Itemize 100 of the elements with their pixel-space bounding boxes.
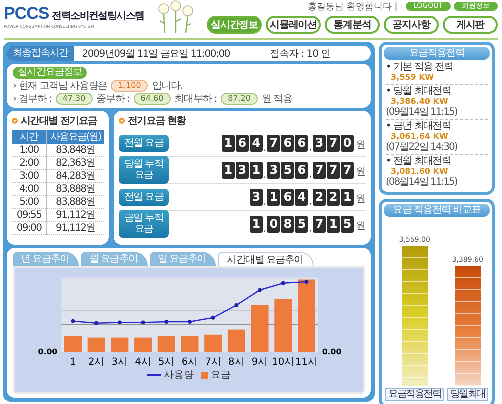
legend-label: 사용량	[164, 369, 194, 382]
x-axis-label: 2시	[88, 357, 105, 368]
counter-digit: 3	[250, 188, 263, 206]
system-name: 전력소비컨설팅시스템	[52, 10, 144, 23]
counter-digit: 1	[341, 188, 354, 206]
digit-separator: ,	[309, 224, 312, 232]
counter-digit: 1	[250, 216, 263, 232]
usage-value: 1,100	[111, 80, 148, 92]
chart-tab[interactable]: 시간대별 요금추이	[218, 252, 314, 266]
counter-digit: 5	[341, 216, 354, 232]
table-cell: 83,888원	[46, 196, 104, 208]
digit-separator: ,	[264, 198, 266, 206]
counter-digit: 7	[313, 216, 326, 232]
x-axis-label: 8시	[228, 357, 245, 368]
counter-digit: 1	[327, 216, 340, 232]
notice-badge: 실시간요금정보	[13, 67, 88, 79]
power-label: • 기본 적용 전력	[386, 62, 454, 73]
counter-digit: 7	[341, 162, 354, 178]
access-time-label: 최종접속시간	[7, 46, 74, 61]
currency-unit: 원	[356, 166, 366, 178]
counter-digit: 3	[313, 134, 326, 152]
nav-tab[interactable]: 게시판	[443, 16, 498, 34]
fee-label: 당월 누적 요금	[119, 156, 169, 184]
panel-header: 요금적용전력	[384, 47, 490, 60]
counter-digit: 7	[327, 162, 340, 178]
counter-digit: 5	[281, 162, 294, 178]
power-note: (08월14일 11:15)	[386, 177, 458, 188]
digit-separator: ,	[309, 170, 312, 178]
digit-separator: ,	[309, 198, 312, 206]
table-cell: 82,363원	[46, 156, 104, 170]
x-axis-label: 6시	[182, 357, 198, 368]
light-bulbs-drawing	[156, 0, 196, 34]
counter-digit: 6	[281, 188, 294, 206]
rate-value: 47.30	[56, 93, 93, 105]
counter-digit: 6	[281, 134, 294, 152]
power-value: 3,386.40 KW	[390, 97, 450, 107]
nav-tab[interactable]: 통계분석	[325, 16, 380, 34]
counter-digit: 4	[250, 134, 263, 152]
column-header: 사용요금(원)	[46, 130, 104, 144]
x-axis-label: 11시	[296, 357, 318, 368]
power-value: 3,061.64 KW	[390, 132, 450, 142]
legend-swatch-icon	[201, 372, 208, 378]
counter-digit: 6	[295, 134, 308, 152]
power-value: 3,081.60 KW	[390, 167, 450, 177]
rate-label: 중부하 :	[96, 93, 130, 106]
table-cell: 91,112원	[46, 222, 104, 234]
counter-digit: 4	[295, 188, 308, 206]
counter-digit: 5	[295, 216, 308, 232]
digit-separator: ,	[264, 224, 266, 232]
x-axis-label: 7시	[205, 357, 222, 368]
chart-bar	[134, 338, 152, 352]
bullet-icon	[12, 118, 18, 124]
fee-label: 전일 요금	[119, 188, 169, 206]
bar-button[interactable]: 당월최대	[447, 388, 488, 401]
chart-bar	[228, 330, 246, 352]
logo: PCCS	[4, 4, 50, 24]
digit-separator: ,	[264, 144, 266, 152]
table-cell: 83,848원	[46, 144, 104, 156]
legend-label: 요금	[211, 369, 231, 382]
counter-digit: 7	[267, 134, 280, 152]
legend-line-icon	[147, 374, 161, 376]
nav-tab[interactable]: 공지사항	[384, 16, 439, 34]
digit-separator: ,	[264, 170, 266, 178]
chart-bar	[111, 338, 129, 352]
counter-digit: 2	[313, 188, 326, 206]
counter-digit: 0	[267, 216, 280, 232]
power-note: (09월14일 11:15)	[386, 107, 458, 118]
x-axis-label: 4시	[135, 357, 152, 368]
currency-unit: 원	[356, 192, 366, 206]
rate-value: 87.20	[221, 93, 258, 105]
counter-digit: 7	[327, 134, 340, 152]
chart-bar	[274, 299, 292, 352]
chart-bar	[181, 336, 199, 352]
x-axis-label: 5시	[158, 357, 175, 368]
nav-tab[interactable]: 시뮬레이션	[266, 16, 321, 34]
x-axis-label: 10시	[272, 357, 295, 368]
bar-button[interactable]: 요금적용전력	[385, 388, 444, 401]
table-cell: 84,283원	[46, 170, 104, 182]
currency-unit: 원	[356, 220, 366, 232]
counter-digit: 3	[236, 162, 249, 178]
card-title: 전기요금 현황	[128, 115, 186, 128]
axis-label: 0.00	[38, 347, 58, 356]
x-axis-label: 3시	[112, 357, 128, 368]
fee-label: 금일 누적 요금	[119, 210, 169, 238]
notice-text: 입니다.	[152, 80, 183, 93]
counter-digit: 6	[295, 162, 308, 178]
counter-digit: 3	[267, 162, 280, 178]
visitor-count: 접속자 : 10 인	[270, 48, 331, 60]
power-label: • 금년 최대전력	[386, 121, 452, 132]
power-value: 3,559 KW	[390, 73, 436, 83]
panel-header: 요금 적용전력 비교표	[384, 204, 490, 217]
table-cell: 2:00	[12, 156, 47, 170]
table-cell: 4:00	[12, 182, 47, 196]
axis-label: 0.00	[322, 347, 342, 356]
counter-digit: 1	[222, 134, 235, 152]
card-title: 시간대별 전기요금	[21, 115, 98, 128]
power-label: • 전월 최대전력	[386, 156, 452, 167]
welcome-text: 홍길동님 환영합니다 |	[308, 1, 398, 13]
counter-digit: 1	[222, 162, 235, 178]
chart-bar	[204, 334, 222, 352]
